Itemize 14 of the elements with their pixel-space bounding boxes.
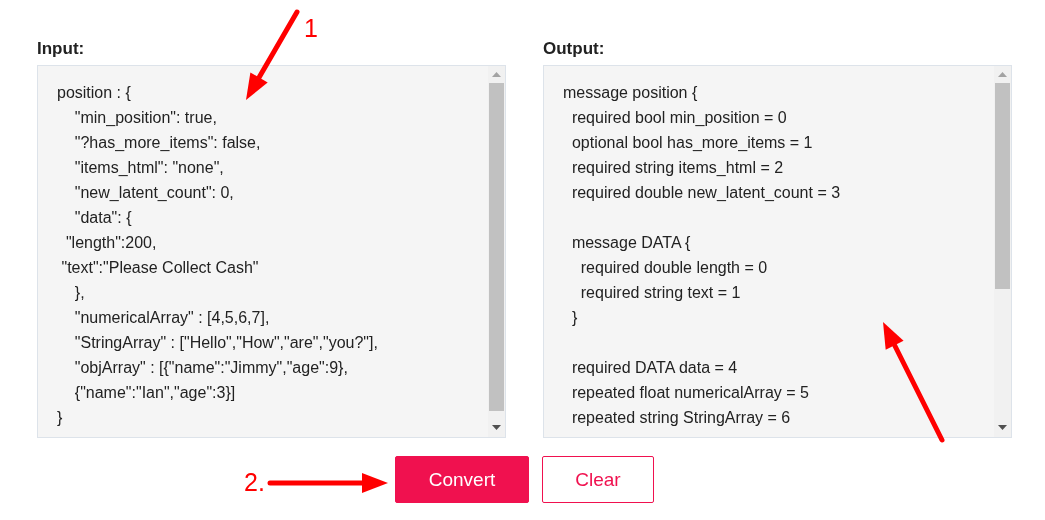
text-area[interactable]: position : { "min_position": true, "?has_more_items": false, "items_html": "none", "new_latent_count": 0, "data": { "length":200, "text":"Please Collect Cash" }, "numericalArray" : [4,5,6,7], "StringArray" : ["Hello","How","are","you?"], "objArray" : [{"name":"Jimmy","age":9}, {"name":"Ian","age":3}] }	[37, 65, 506, 438]
panel-label: Input:	[37, 38, 86, 60]
scrollbar[interactable]	[994, 66, 1011, 437]
clear-button[interactable]: Clear	[542, 456, 654, 503]
step-number: 1	[304, 14, 318, 43]
scroll-up-icon[interactable]	[492, 72, 501, 77]
scroll-down-icon[interactable]	[998, 425, 1007, 430]
scroll-up-icon[interactable]	[998, 72, 1007, 77]
panel-label: Output:	[543, 38, 606, 60]
scroll-down-icon[interactable]	[492, 425, 501, 430]
scrollbar[interactable]	[488, 66, 505, 437]
convert-button[interactable]: Convert	[395, 456, 529, 503]
step-number: 2.	[244, 468, 265, 497]
text-area[interactable]: message position { required bool min_position = 0 optional bool has_more_items = 1 required string items_html = 2 required double new_latent_count = 3 message DATA { required double length = 0 required string text = 1 } required DATA data = 4 repeated float numericalArray = 5 repeated string StringArray = 6	[543, 65, 1012, 438]
